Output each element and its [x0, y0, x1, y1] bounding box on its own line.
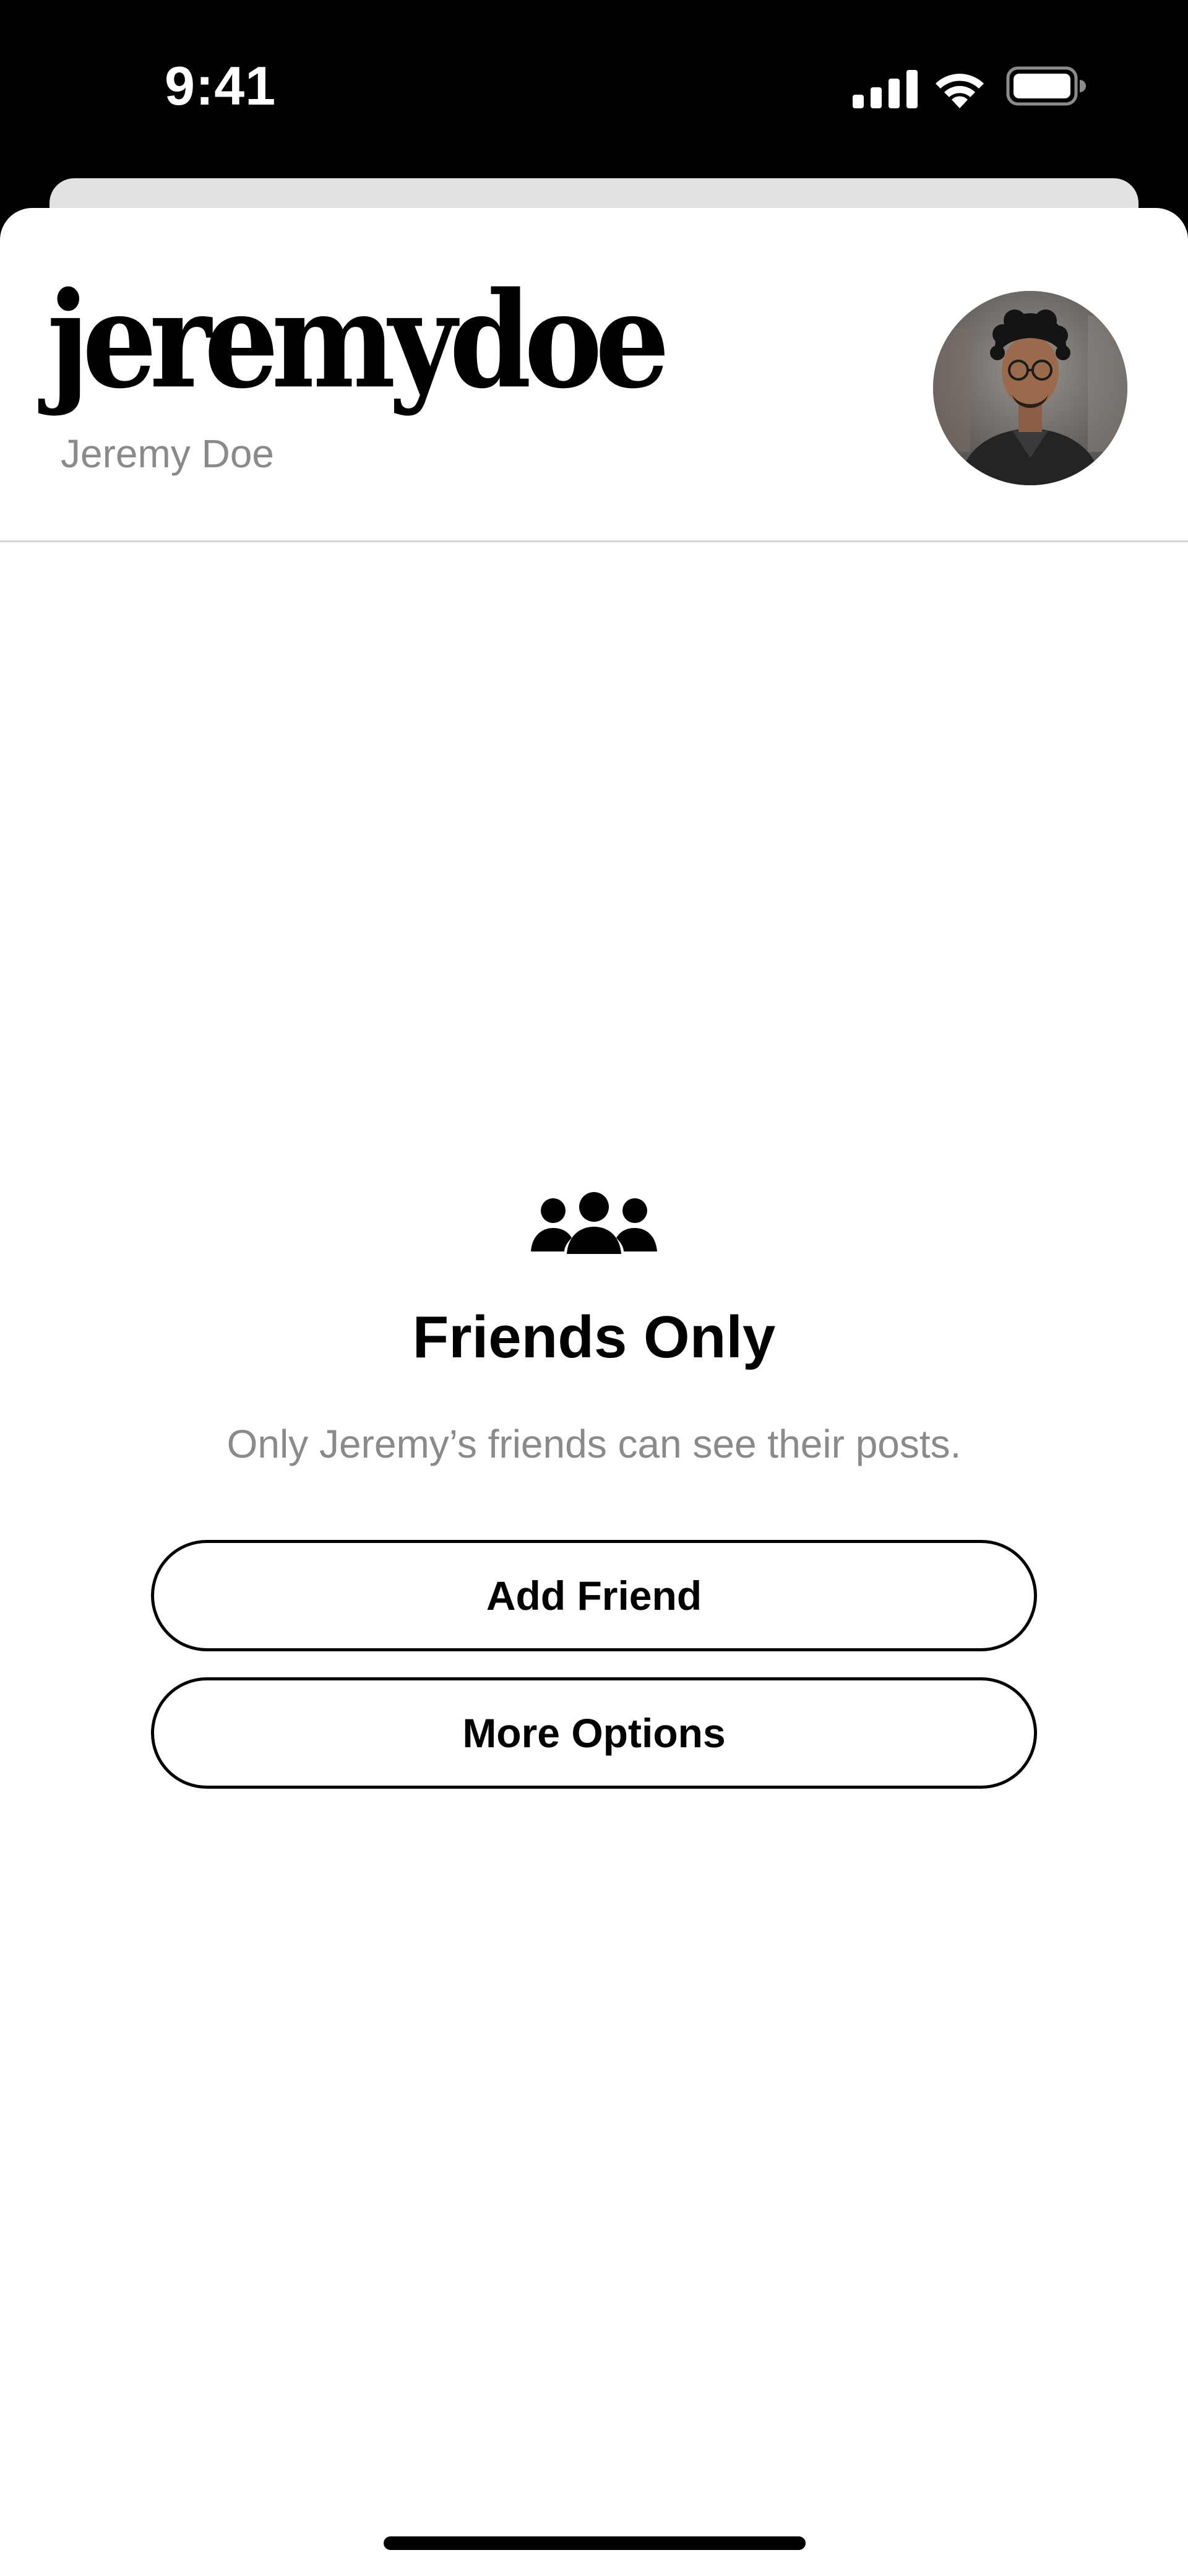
- home-indicator[interactable]: [384, 2536, 806, 2550]
- wifi-icon: [936, 74, 984, 108]
- more-options-button[interactable]: More Options: [151, 1677, 1037, 1789]
- add-friend-button[interactable]: Add Friend: [151, 1540, 1037, 1651]
- username: jeremydoe: [47, 262, 670, 418]
- profile-sheet: jeremydoe Jeremy Doe Friends Only Only J…: [0, 208, 1188, 2576]
- privacy-subtitle: Only Jeremy’s friends can see their post…: [226, 1422, 962, 1466]
- status-time: 9:41: [165, 55, 277, 116]
- privacy-title: Friends Only: [412, 1304, 776, 1370]
- status-bar: 9:41: [0, 0, 1188, 186]
- display-name: Jeremy Doe: [61, 431, 274, 476]
- profile-header: jeremydoe Jeremy Doe: [0, 208, 1188, 542]
- cellular-signal-icon: [853, 70, 918, 108]
- battery-icon: [1006, 66, 1086, 106]
- avatar-photo: [933, 291, 1127, 485]
- avatar[interactable]: [933, 291, 1127, 485]
- status-icons: [848, 65, 1095, 108]
- friends-group-icon: [531, 1192, 657, 1254]
